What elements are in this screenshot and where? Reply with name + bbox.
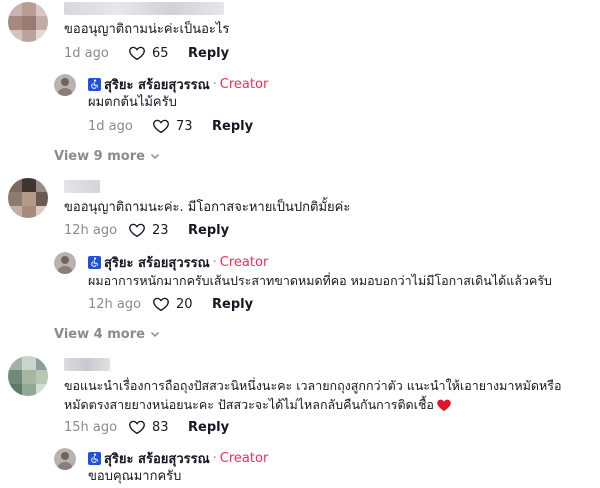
red-heart-emoji xyxy=(437,399,451,411)
accessibility-badge-icon xyxy=(88,77,101,91)
avatar[interactable] xyxy=(8,356,48,396)
comment-time: 12h ago xyxy=(64,222,118,238)
chevron-down-icon xyxy=(150,153,159,160)
reply-button[interactable]: Reply xyxy=(212,297,253,312)
comment-meta: 1d ago 65 Reply xyxy=(64,44,229,62)
separator-dot: · xyxy=(212,450,217,466)
view-more-label: View 9 more xyxy=(54,148,145,164)
creator-avatar[interactable] xyxy=(54,252,76,274)
creator-label: Creator xyxy=(219,450,269,466)
heart-outline-icon xyxy=(129,46,145,61)
reply-author[interactable]: สุริยะ สร้อยสุวรรณ · Creator xyxy=(88,253,268,271)
accessibility-badge-icon xyxy=(88,255,101,269)
creator-avatar[interactable] xyxy=(54,74,76,96)
view-more-button[interactable]: View 4 more xyxy=(54,325,161,343)
comment-text-line1: ขอแนะนำเรื่องการถือถุงปัสสวะนิหนึ่งนะคะ … xyxy=(64,378,562,393)
like-count: 20 xyxy=(176,296,193,312)
separator-dot: · xyxy=(212,254,217,270)
like-count: 23 xyxy=(152,222,169,238)
avatar[interactable] xyxy=(8,2,48,42)
username-blurred[interactable] xyxy=(64,2,224,15)
reply-button[interactable]: Reply xyxy=(188,223,229,238)
reply-time: 12h ago xyxy=(88,296,142,312)
comment-text-line2: หมัดตรงสายยางหน่อยนะคะ ปัสสวะจะได้ไม่ไหล… xyxy=(64,397,434,412)
username-blurred[interactable] xyxy=(64,358,110,371)
reply-text: ขอบคุณมากครับ xyxy=(88,469,182,484)
avatar[interactable] xyxy=(8,178,48,218)
comment-meta: 15h ago 83 Reply xyxy=(64,418,229,436)
like-button[interactable]: 73 xyxy=(152,117,208,135)
like-button[interactable]: 83 xyxy=(128,418,184,436)
heart-outline-icon xyxy=(153,119,169,134)
like-count: 73 xyxy=(176,118,193,134)
view-more-label: View 4 more xyxy=(54,326,145,342)
heart-outline-icon xyxy=(153,297,169,312)
like-count: 83 xyxy=(152,419,169,435)
separator-dot: · xyxy=(212,76,217,92)
accessibility-badge-icon xyxy=(88,451,101,465)
creator-avatar[interactable] xyxy=(54,448,76,470)
view-more-button[interactable]: View 9 more xyxy=(54,147,161,165)
comment-meta: 12h ago 23 Reply xyxy=(64,221,229,239)
author-name: สุริยะ สร้อยสุวรรณ xyxy=(104,77,210,93)
comment-time: 1d ago xyxy=(64,45,109,61)
reply-text: ผมอาการหนักมากครับเส้นประสาทขาดหมดที่คอ … xyxy=(88,273,552,288)
chevron-down-icon xyxy=(150,331,159,338)
reply-button[interactable]: Reply xyxy=(188,46,229,61)
like-count: 65 xyxy=(152,45,169,61)
author-name: สุริยะ สร้อยสุวรรณ xyxy=(104,255,210,271)
like-button[interactable]: 20 xyxy=(152,295,208,313)
username-blurred[interactable] xyxy=(64,180,100,193)
author-name: สุริยะ สร้อยสุวรรณ xyxy=(104,451,210,467)
like-button[interactable]: 65 xyxy=(128,44,184,62)
comment-time: 15h ago xyxy=(64,419,118,435)
reply-author[interactable]: สุริยะ สร้อยสุวรรณ · Creator xyxy=(88,75,268,93)
reply-time: 1d ago xyxy=(88,118,133,134)
like-button[interactable]: 23 xyxy=(128,221,184,239)
heart-outline-icon xyxy=(129,420,145,435)
creator-label: Creator xyxy=(219,76,269,92)
reply-author[interactable]: สุริยะ สร้อยสุวรรณ · Creator xyxy=(88,449,268,467)
comment-text: ขออนุญาติถามน่ะค่ะเป็นอะไร xyxy=(64,22,230,37)
comment-text-line2-wrap: หมัดตรงสายยางหน่อยนะคะ ปัสสวะจะได้ไม่ไหล… xyxy=(64,395,452,415)
creator-label: Creator xyxy=(219,254,269,270)
reply-button[interactable]: Reply xyxy=(212,119,253,134)
comment-text: ขออนุญาติถามนะค่ะ. มีโอกาสจะหายเป็นปกติม… xyxy=(64,200,351,215)
reply-text: ผมตกต้นไม้ครับ xyxy=(88,95,177,110)
reply-meta: 12h ago 20 Reply xyxy=(88,295,253,313)
reply-button[interactable]: Reply xyxy=(188,420,229,435)
reply-meta: 1d ago 73 Reply xyxy=(88,117,253,135)
heart-outline-icon xyxy=(129,223,145,238)
